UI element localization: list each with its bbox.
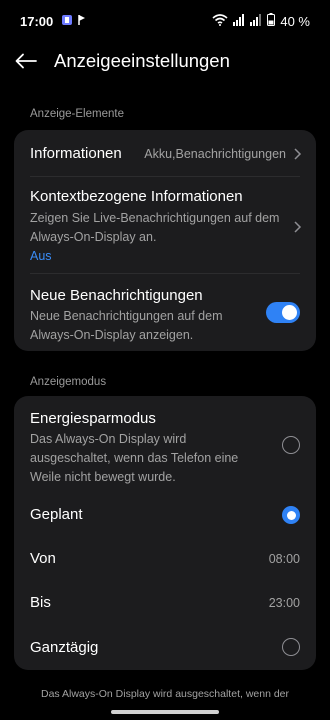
informationen-title: Informationen	[30, 145, 122, 162]
flag-icon	[77, 14, 87, 29]
energie-sub-1: Das Always-On Display wird	[30, 432, 187, 446]
neue-title: Neue Benachrichtigungen	[30, 287, 203, 304]
chevron-right-icon	[294, 148, 302, 160]
kontext-row[interactable]: Kontextbezogene Informationen Zeigen Sie…	[14, 176, 316, 273]
section-label-elements: Anzeige-Elemente	[30, 108, 124, 120]
chevron-right-icon	[294, 221, 302, 233]
energie-sub-2: ausgeschaltet, wenn das Telefon eine	[30, 451, 239, 465]
app-bar: Anzeigeeinstellungen	[0, 44, 330, 78]
geplant-title: Geplant	[30, 506, 83, 523]
energie-title: Energiesparmodus	[30, 410, 156, 427]
footer-note: Das Always-On Display wird ausgeschaltet…	[40, 688, 290, 700]
kontext-sub-2: Always-On-Display an.	[30, 230, 157, 244]
arrow-left-icon	[15, 53, 37, 69]
informationen-value: Akku,Benachrichtigungen	[144, 147, 286, 161]
signal-icon-1	[233, 13, 245, 29]
von-label: Von	[30, 550, 56, 567]
toggle-knob	[282, 305, 297, 320]
energiesparmodus-row[interactable]: Energiesparmodus Das Always-On Display w…	[14, 396, 316, 494]
bis-value: 23:00	[268, 596, 300, 610]
notification-app-icon	[61, 14, 73, 29]
signal-icon-2	[250, 13, 262, 29]
kontext-title: Kontextbezogene Informationen	[30, 188, 243, 205]
informationen-row[interactable]: Informationen Akku,Benachrichtigungen	[14, 130, 316, 176]
kontext-sub-1: Zeigen Sie Live-Benachrichtigungen auf d…	[30, 211, 280, 225]
geplant-radio[interactable]	[282, 506, 300, 524]
back-button[interactable]	[14, 49, 38, 73]
home-indicator[interactable]	[111, 710, 219, 714]
neue-benachrichtigungen-toggle[interactable]	[266, 302, 300, 323]
status-bar: 17:00 40 %	[0, 0, 330, 42]
energie-sub-3: Weile nicht bewegt wurde.	[30, 470, 176, 484]
elements-card: Informationen Akku,Benachrichtigungen Ko…	[14, 130, 316, 351]
page-title: Anzeigeeinstellungen	[54, 50, 230, 71]
kontext-state: Aus	[30, 249, 52, 263]
von-row[interactable]: Von 08:00	[14, 536, 316, 580]
von-value: 08:00	[268, 552, 300, 566]
section-label-mode: Anzeigemodus	[30, 376, 107, 388]
battery-icon	[267, 13, 276, 29]
bis-row[interactable]: Bis 23:00	[14, 580, 316, 624]
mode-card: Energiesparmodus Das Always-On Display w…	[14, 396, 316, 670]
battery-percent: 40 %	[280, 13, 310, 29]
geplant-row[interactable]: Geplant	[14, 494, 316, 536]
neue-sub-2: Always-On-Display anzeigen.	[30, 328, 194, 342]
ganztaegig-title: Ganztägig	[30, 639, 99, 656]
neue-benachrichtigungen-row: Neue Benachrichtigungen Neue Benachricht…	[14, 273, 316, 351]
wifi-icon	[212, 13, 228, 29]
status-time: 17:00	[20, 13, 54, 29]
ganztaegig-radio[interactable]	[282, 638, 300, 656]
ganztaegig-row[interactable]: Ganztägig	[14, 624, 316, 670]
bis-label: Bis	[30, 594, 51, 611]
neue-sub-1: Neue Benachrichtigungen auf dem	[30, 309, 223, 323]
energiesparmodus-radio[interactable]	[282, 436, 300, 454]
